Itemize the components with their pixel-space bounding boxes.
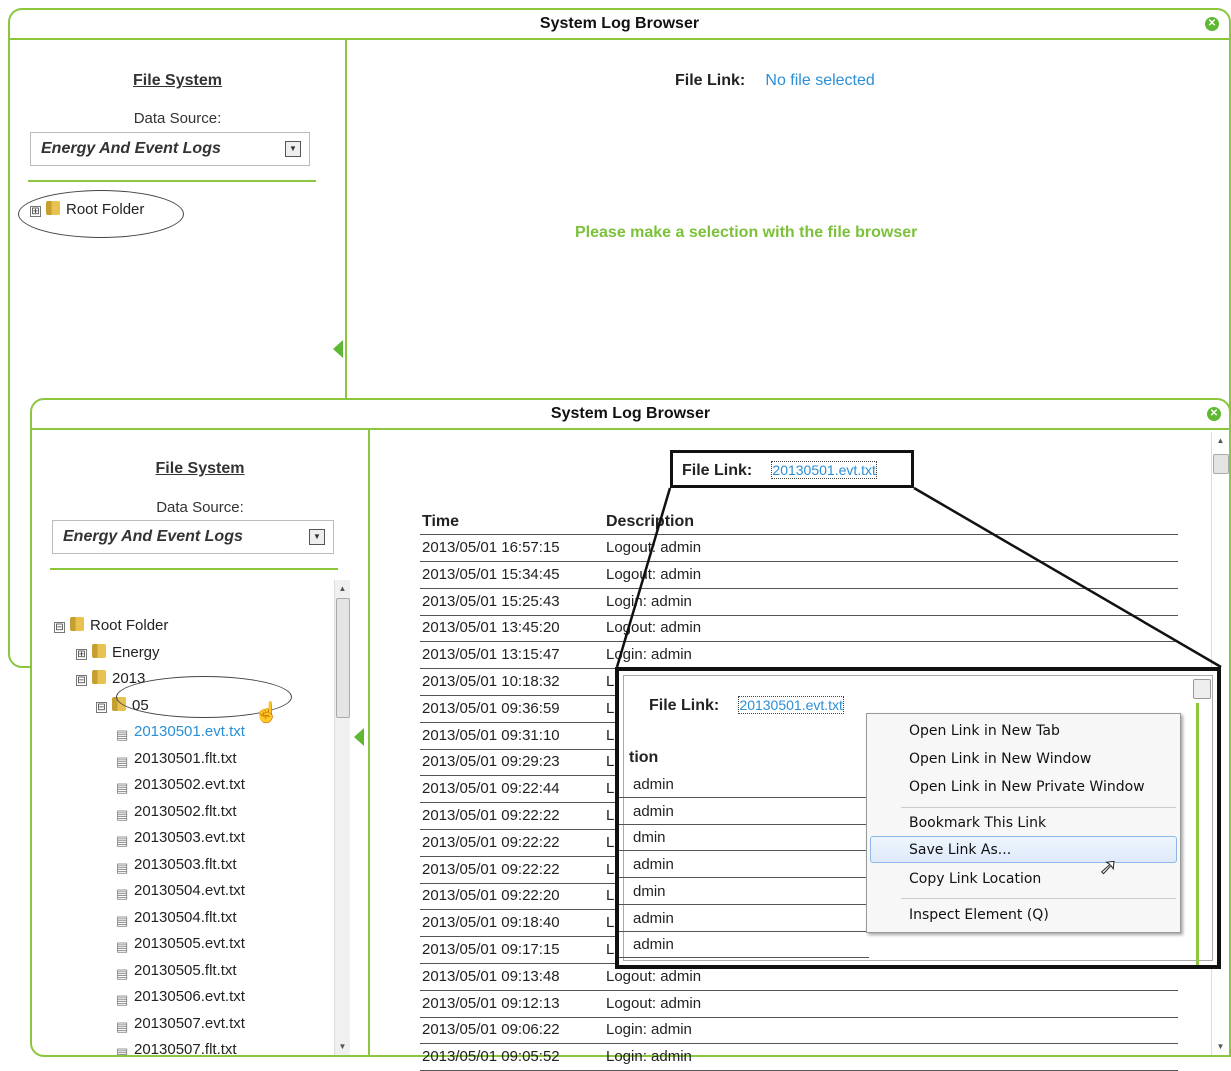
- file-link-bar: File Link: 20130501.evt.txt: [649, 696, 844, 715]
- partial-column-header: tion: [629, 749, 659, 766]
- context-menu: Open Link in New Tab Open Link in New Wi…: [866, 713, 1181, 933]
- menu-item-inspect-element[interactable]: Inspect Element (Q): [909, 904, 1049, 926]
- inset-row: admin: [619, 906, 869, 932]
- inset-row: dmin: [619, 879, 869, 905]
- menu-item-save-link-as[interactable]: Save Link As...: [909, 839, 1011, 861]
- inset-scrollbar: [1193, 679, 1211, 699]
- inset-row: dmin: [619, 825, 869, 852]
- menu-item-open-private-window[interactable]: Open Link in New Private Window: [909, 776, 1145, 798]
- file-link-label: File Link:: [649, 697, 720, 714]
- inset-cell: dmin: [633, 882, 666, 900]
- menu-separator: [901, 898, 1176, 899]
- menu-item-open-new-tab[interactable]: Open Link in New Tab: [909, 720, 1060, 742]
- file-link-value[interactable]: 20130501.evt.txt: [738, 696, 844, 714]
- inset-row: admin: [619, 852, 869, 879]
- inset-row: admin: [619, 772, 869, 798]
- inset-cell: admin: [633, 802, 674, 820]
- inset-row: admin: [619, 799, 869, 825]
- inset-cell: admin: [633, 936, 674, 954]
- menu-item-copy-link-location[interactable]: Copy Link Location: [909, 868, 1041, 890]
- inset-cell: admin: [633, 776, 674, 793]
- menu-item-bookmark-link[interactable]: Bookmark This Link: [909, 812, 1046, 834]
- inset-row: admin: [619, 932, 869, 959]
- menu-separator: [901, 807, 1176, 808]
- menu-item-open-new-window[interactable]: Open Link in New Window: [909, 748, 1091, 770]
- arrow-cursor-icon: ➚: [1098, 854, 1118, 880]
- inset-cell: dmin: [633, 829, 666, 847]
- inset-green-border: [1196, 703, 1199, 965]
- inset-cell: admin: [633, 909, 674, 927]
- inset-cell: admin: [633, 856, 674, 874]
